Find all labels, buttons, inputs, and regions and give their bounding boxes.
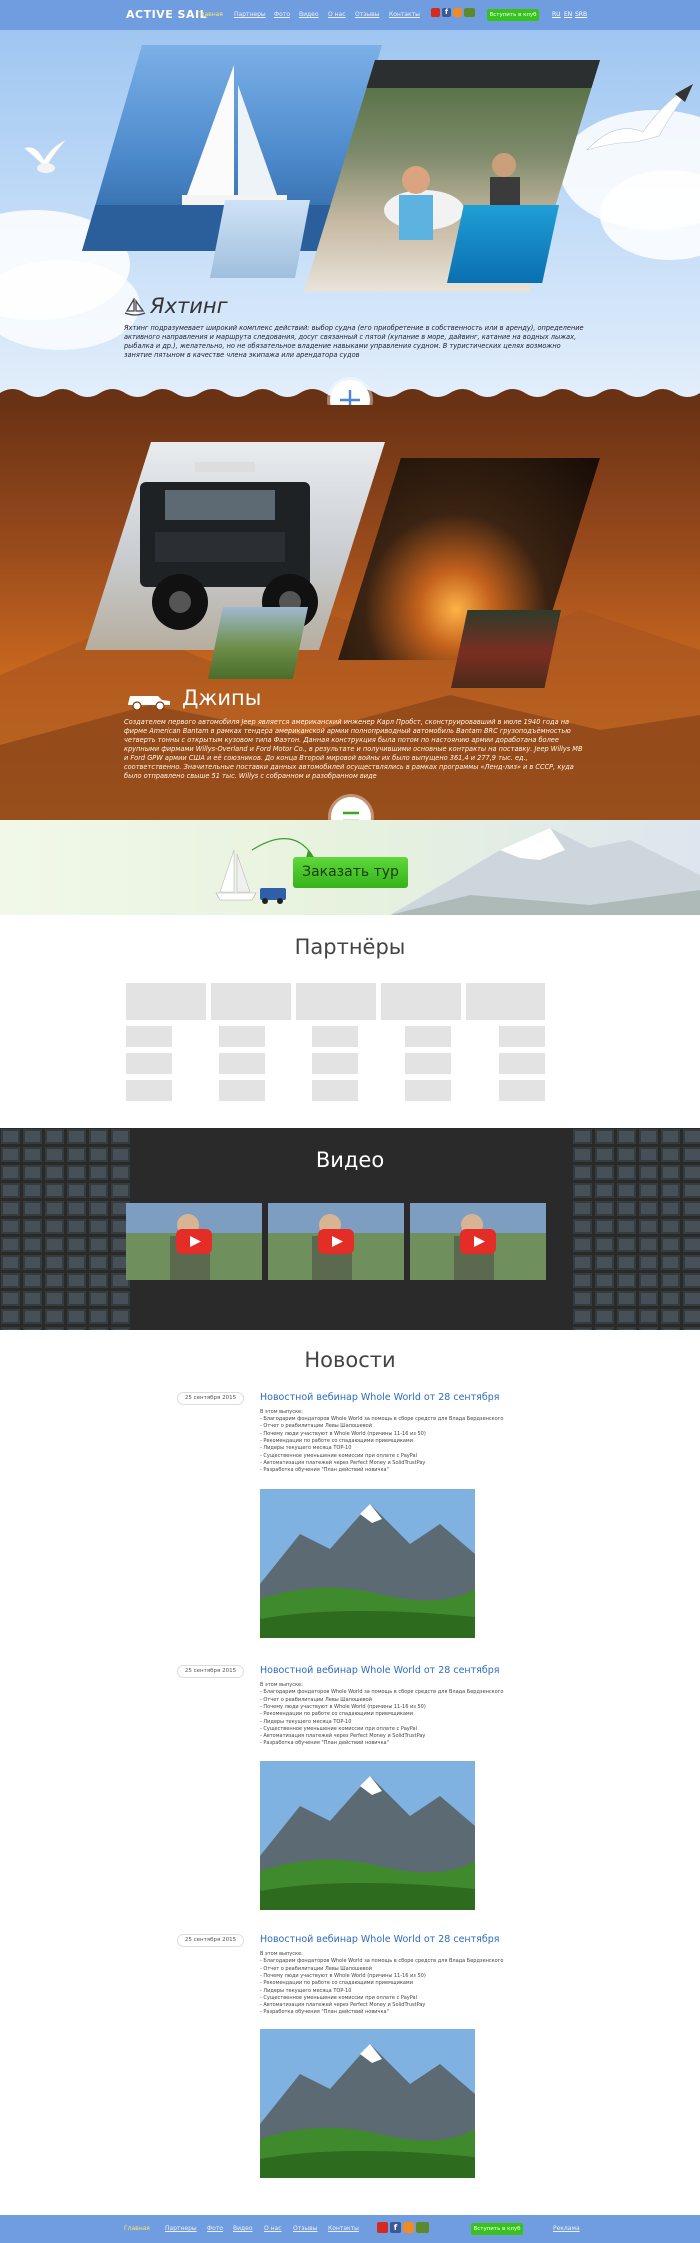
nav-item-contacts[interactable]: Контакты [389, 11, 420, 18]
news-headline[interactable]: Новостной вебинар Whole World от 28 сент… [260, 1392, 499, 1403]
odnoklassniki-icon[interactable] [453, 8, 462, 17]
footer-nav-reviews[interactable]: Отзывы [293, 2225, 317, 2232]
jeep-icon [128, 696, 170, 710]
video-thumbnail[interactable] [410, 1203, 546, 1280]
news-image[interactable] [260, 1761, 475, 1910]
top-header [0, 0, 700, 30]
lang-srb[interactable]: SRB [575, 11, 587, 18]
odnoklassniki-icon[interactable] [403, 2222, 414, 2233]
partner-logo-small[interactable] [312, 1053, 358, 1074]
nav-item-partners[interactable]: Партнеры [234, 11, 266, 18]
play-icon[interactable] [460, 1229, 496, 1254]
youtube-icon[interactable] [377, 2222, 388, 2233]
news-line: - Отчет о реабилитации Левы Шапошевой [260, 1423, 372, 1429]
news-line: - Разработка обучения "План действий нов… [260, 1467, 389, 1473]
footer-nav-about[interactable]: О нас [264, 2225, 282, 2232]
lang-ru[interactable]: RU [552, 11, 561, 18]
partner-logo-small[interactable] [499, 1080, 545, 1101]
seagull-left [23, 139, 67, 173]
news-image[interactable] [260, 2029, 475, 2178]
youtube-icon[interactable] [431, 8, 440, 17]
play-icon[interactable] [176, 1229, 212, 1254]
news-line: - Разработка обучения "План действий нов… [260, 1740, 389, 1746]
nav-item-photo[interactable]: Фото [274, 11, 290, 18]
partner-logo-small[interactable] [126, 1080, 172, 1101]
nav-item-home[interactable]: Главная [197, 11, 223, 18]
footer-nav-video[interactable]: Видео [233, 2225, 253, 2232]
mountain-landscape-image [260, 1761, 475, 1910]
sailboat-icon [124, 298, 146, 316]
yachting-title: Яхтинг [150, 294, 228, 318]
news-title: Новости [304, 1348, 396, 1372]
partner-logo-small[interactable] [126, 1053, 172, 1074]
facebook-icon[interactable]: f [442, 8, 451, 17]
partner-logo-small[interactable] [219, 1053, 265, 1074]
mountain-landscape-image [260, 1489, 475, 1638]
site-logo[interactable]: ACTIVE SAIL [126, 8, 207, 21]
footer-nav-partners[interactable]: Партнеры [165, 2225, 197, 2232]
yachting-description: Яхтинг подразумевает широкий комплекс де… [124, 324, 584, 359]
jeeps-title: Джипы [182, 686, 262, 710]
news-headline[interactable]: Новостной вебинар Whole World от 28 сент… [260, 1665, 499, 1676]
partner-logo-small[interactable] [405, 1080, 451, 1101]
partner-logo-small[interactable] [312, 1026, 358, 1047]
footer-join-club-button[interactable]: Вступить в клуб [471, 2223, 523, 2235]
join-club-button[interactable]: Вступить в клуб [487, 9, 539, 21]
jeep-photo-valley [208, 607, 308, 679]
partners-title: Партнёры [294, 935, 406, 959]
seagull-right [586, 83, 694, 151]
nav-item-reviews[interactable]: Отзывы [355, 11, 379, 18]
partner-logo[interactable] [466, 983, 545, 1020]
video-title: Видео [315, 1148, 385, 1172]
jeep-photo-cabin [451, 610, 561, 688]
order-tour-button[interactable]: Заказать тур [293, 857, 408, 888]
news-date: 25 сентября 2015 [177, 1934, 244, 1947]
lang-en[interactable]: EN [564, 11, 572, 18]
vk-icon[interactable] [464, 8, 475, 17]
nav-item-video[interactable]: Видео [299, 11, 319, 18]
news-line: - Благодарим фондаторов Whole World за п… [260, 1958, 504, 1964]
partner-logo-small[interactable] [405, 1053, 451, 1074]
news-date: 25 сентября 2015 [177, 1665, 244, 1678]
footer-nav-home[interactable]: Главная [124, 2225, 150, 2232]
partner-logo[interactable] [211, 983, 291, 1020]
mountain-landscape-image [260, 2029, 475, 2178]
partner-logo-small[interactable] [312, 1080, 358, 1101]
yachting-section: Яхтинг Яхтинг подразумевает широкий комп… [0, 30, 700, 405]
partner-logo-small[interactable] [499, 1053, 545, 1074]
news-line: - Лидеры текущего месяца TOP-10 [260, 1445, 352, 1451]
partner-logo-small[interactable] [405, 1026, 451, 1047]
news-line: - Рекомендации по работе со спадающими п… [260, 1980, 413, 1986]
yacht-photo-bay [447, 205, 559, 283]
facebook-icon[interactable]: f [390, 2222, 401, 2233]
news-date: 25 сентября 2015 [177, 1392, 244, 1405]
news-headline[interactable]: Новостной вебинар Whole World от 28 сент… [260, 1934, 499, 1945]
partner-logo-small[interactable] [499, 1026, 545, 1047]
video-thumbnail[interactable] [268, 1203, 404, 1280]
footer-nav-contacts[interactable]: Контакты [328, 2225, 359, 2232]
partner-logo-small[interactable] [219, 1026, 265, 1047]
play-icon[interactable] [318, 1229, 354, 1254]
nav-item-about[interactable]: О нас [328, 11, 346, 18]
news-image[interactable] [260, 1489, 475, 1638]
news-line: - Разработка обучения "План действий нов… [260, 2009, 389, 2015]
news-line: - Рекомендации по работе со спадающими п… [260, 1711, 413, 1717]
news-line: - Благодарим фондаторов Whole World за п… [260, 1689, 504, 1695]
video-thumbnail[interactable] [126, 1203, 262, 1280]
footer-ads-link[interactable]: Реклама [553, 2225, 580, 2232]
partner-logo[interactable] [381, 983, 461, 1020]
partner-logo-small[interactable] [219, 1080, 265, 1101]
footer-nav-photo[interactable]: Фото [207, 2225, 223, 2232]
jeeps-section: Джипы Создателем первого автомобиля Jeep… [0, 405, 700, 820]
jeeps-description: Создателем первого автомобиля Jeep являе… [124, 718, 583, 780]
partner-logo[interactable] [126, 983, 206, 1020]
yacht-photo-people [210, 200, 310, 278]
partner-logo-small[interactable] [126, 1026, 172, 1047]
mountain-backdrop [390, 828, 700, 915]
vk-icon[interactable] [416, 2222, 429, 2233]
partner-logo[interactable] [296, 983, 376, 1020]
